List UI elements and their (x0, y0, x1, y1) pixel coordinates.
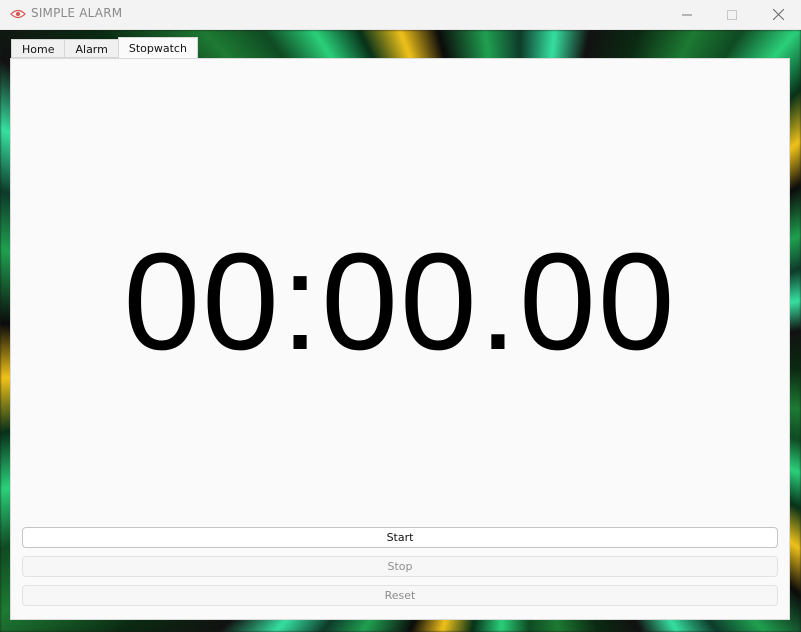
start-button[interactable]: Start (22, 527, 778, 548)
eye-icon (10, 9, 26, 19)
maximize-button[interactable] (709, 0, 755, 29)
tab-stopwatch[interactable]: Stopwatch (117, 37, 198, 58)
title-bar[interactable]: SIMPLE ALARM (0, 0, 801, 30)
stopwatch-panel: 00:00.00 Start Stop Reset (10, 58, 790, 620)
reset-button[interactable]: Reset (22, 585, 778, 606)
close-button[interactable] (755, 0, 801, 29)
tab-bar: Home Alarm Stopwatch (11, 37, 198, 59)
window-title: SIMPLE ALARM (31, 6, 123, 20)
tab-alarm[interactable]: Alarm (64, 39, 119, 58)
stopwatch-display: 00:00.00 (123, 225, 677, 379)
stop-button[interactable]: Stop (22, 556, 778, 577)
minimize-button[interactable] (664, 0, 710, 29)
minimize-icon (682, 14, 692, 15)
tab-home[interactable]: Home (11, 39, 66, 58)
maximize-icon (727, 9, 737, 20)
close-icon (772, 9, 784, 20)
